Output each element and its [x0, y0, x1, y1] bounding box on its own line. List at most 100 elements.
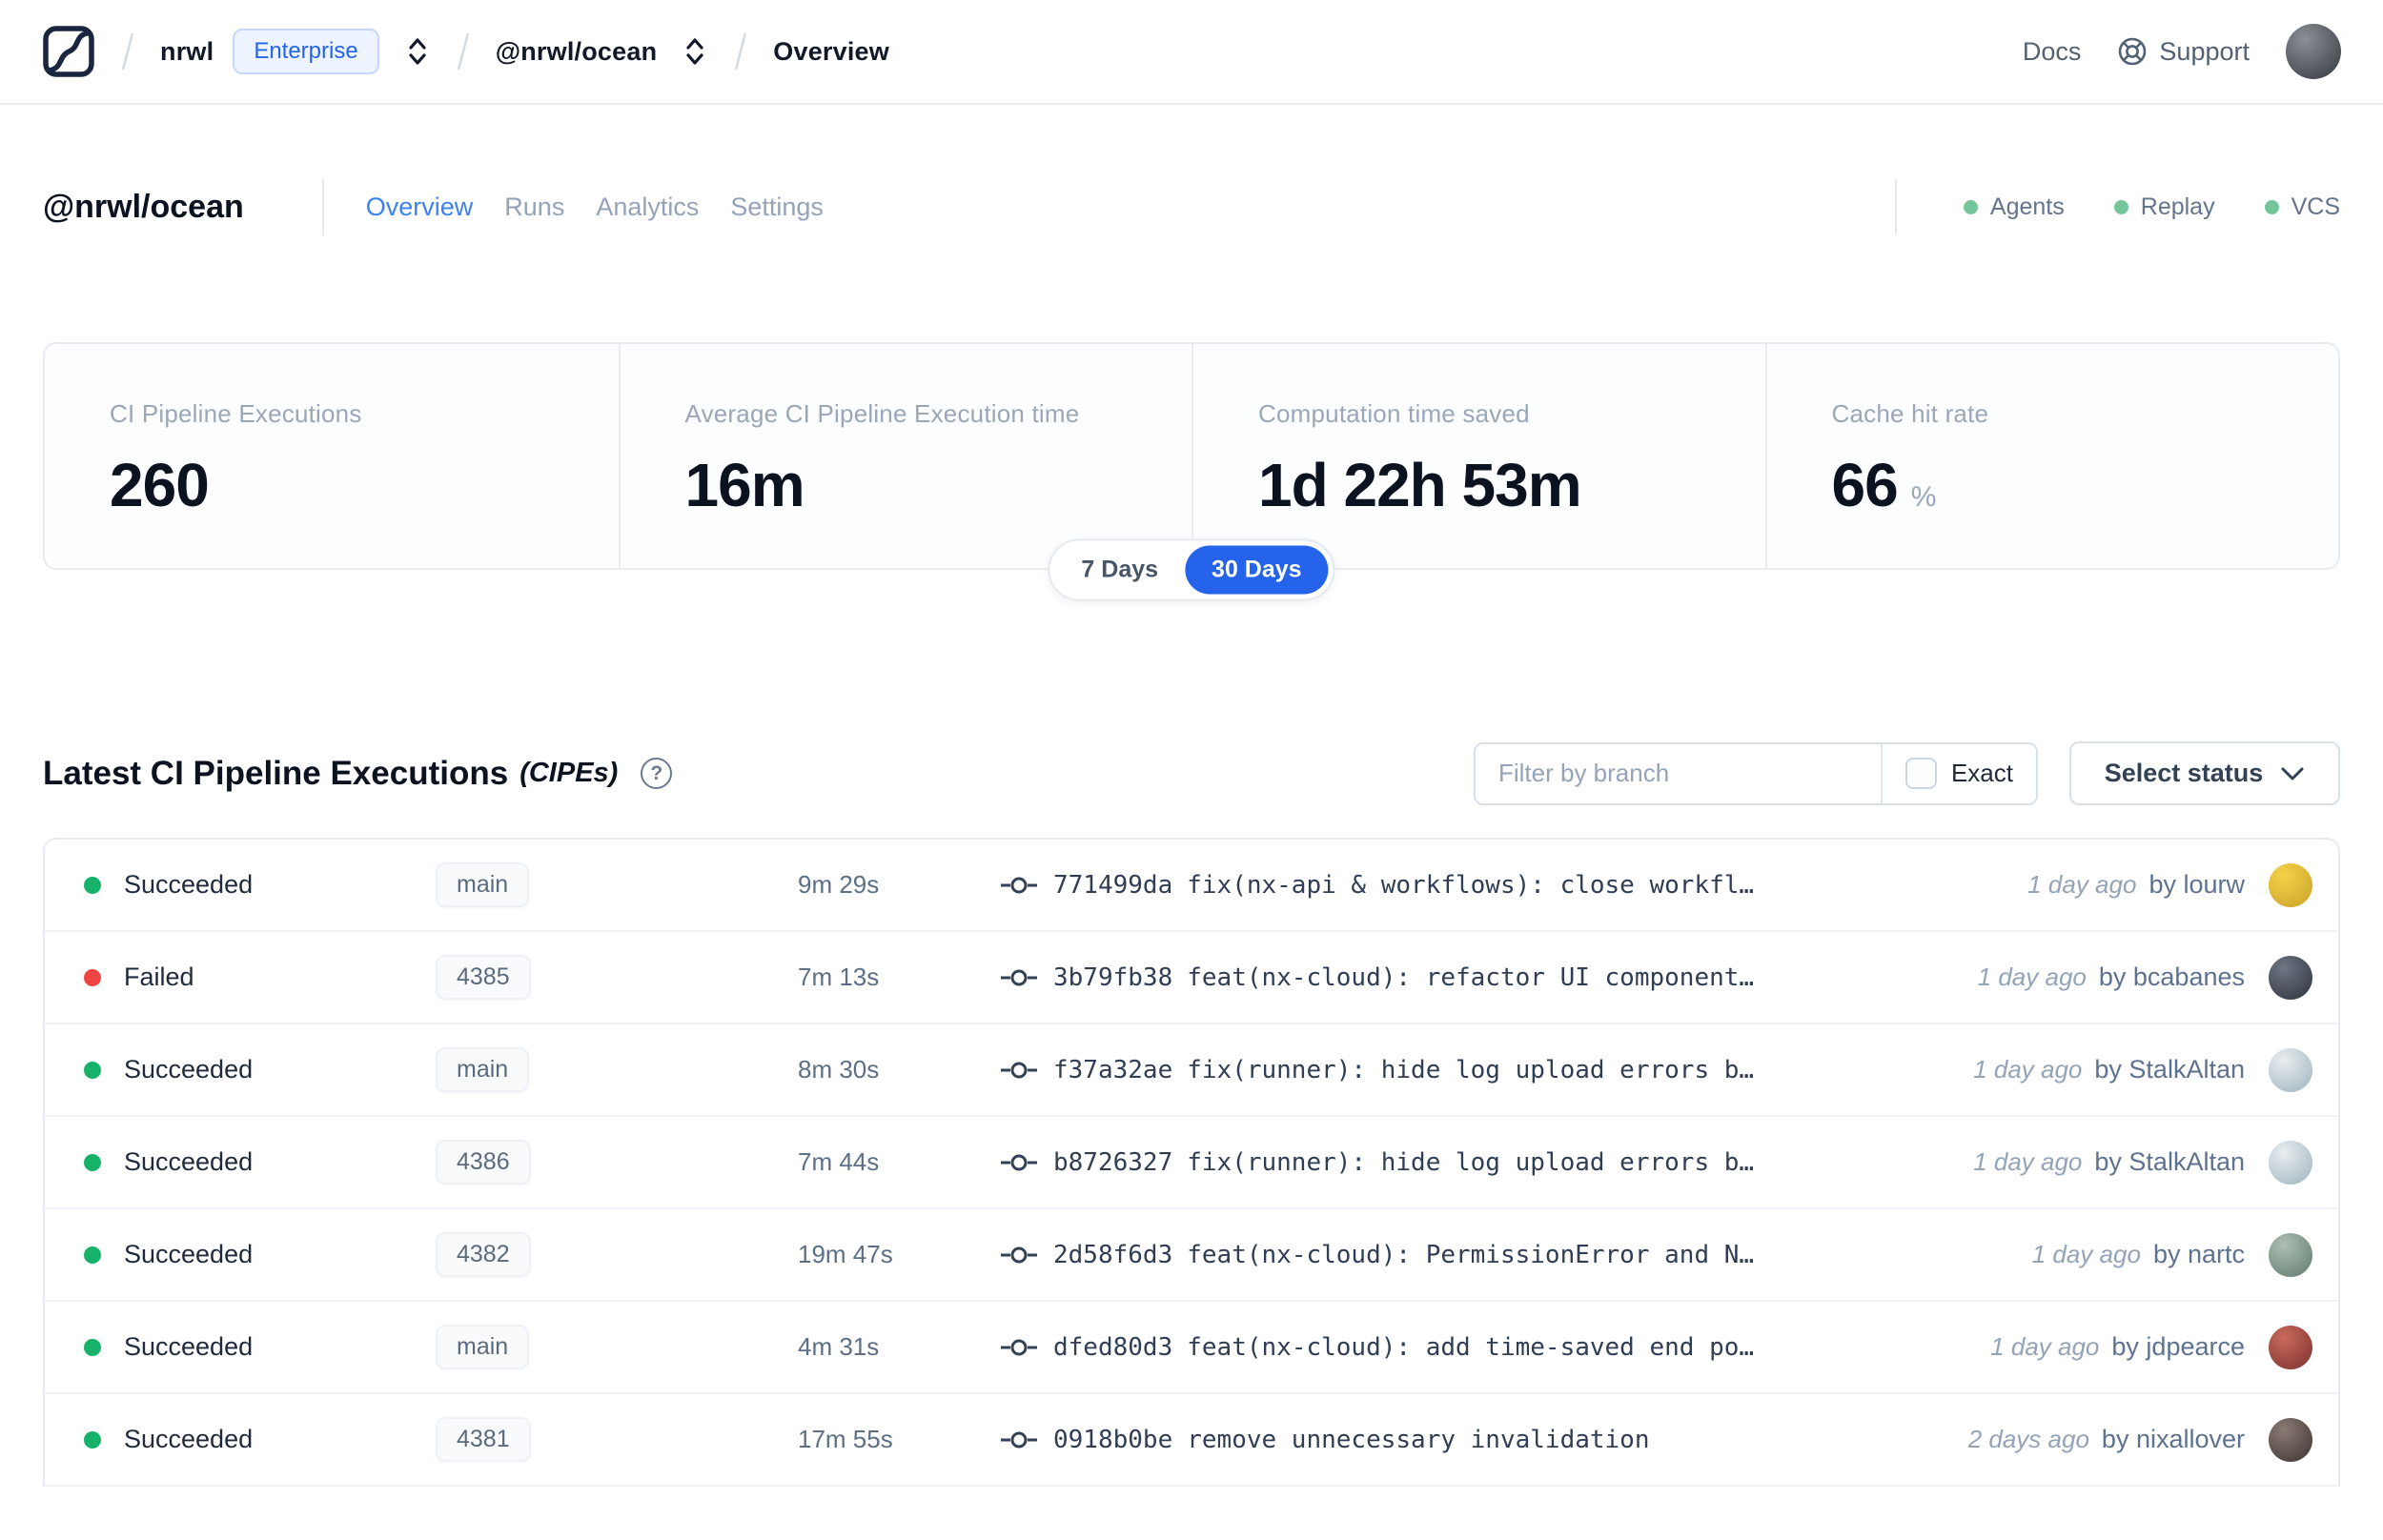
- breadcrumb-slash-icon: [735, 32, 747, 71]
- green-dot-icon: [2113, 199, 2128, 214]
- commit-text[interactable]: 2d58f6d3 feat(nx-cloud): PermissionError …: [1053, 1241, 1754, 1269]
- enterprise-badge: Enterprise: [233, 29, 379, 74]
- env-badge-replay[interactable]: Replay: [2113, 193, 2215, 221]
- cipe-row[interactable]: Succeeded 4386 7m 44s b8726327 fix(runner…: [45, 1117, 2338, 1209]
- breadcrumb-org[interactable]: nrwl: [160, 37, 214, 67]
- commit-hash: 0918b0be: [1053, 1425, 1173, 1454]
- status-dot: [84, 1153, 101, 1171]
- header-divider: [321, 178, 324, 235]
- status-dot: [84, 1338, 101, 1356]
- commit-message: feat(nx-cloud): refactor UI component…: [1187, 962, 1755, 992]
- author-avatar[interactable]: [2269, 1417, 2312, 1462]
- docs-link[interactable]: Docs: [2023, 37, 2082, 67]
- tab-overview[interactable]: Overview: [366, 192, 474, 222]
- status-dot: [84, 968, 101, 986]
- commit-message: fix(runner): hide log upload errors b…: [1187, 1055, 1755, 1084]
- green-dot-icon: [2264, 199, 2279, 214]
- commit-hash: 3b79fb38: [1053, 962, 1173, 992]
- duration-label: 19m 47s: [798, 1240, 893, 1268]
- author-avatar[interactable]: [2269, 1232, 2312, 1277]
- env-badge-vcs[interactable]: VCS: [2264, 193, 2340, 221]
- author-label: by StalkAltan: [2094, 1147, 2245, 1176]
- time-ago-label: 2 days ago: [1967, 1425, 2089, 1453]
- status-dot: [84, 1061, 101, 1079]
- commit-hash: b8726327: [1053, 1147, 1173, 1177]
- commit-hash: 771499da: [1053, 870, 1173, 900]
- branch-badge: 4381: [436, 1417, 531, 1462]
- author-label: by nartc: [2152, 1240, 2245, 1268]
- commit-text[interactable]: b8726327 fix(runner): hide log upload err…: [1053, 1148, 1754, 1177]
- page-title: @nrwl/ocean: [43, 188, 244, 225]
- author-label: by bcabanes: [2098, 962, 2245, 991]
- author-label: by StalkAltan: [2094, 1055, 2245, 1084]
- commit-message: feat(nx-cloud): PermissionError and N…: [1187, 1240, 1755, 1269]
- cipe-row[interactable]: Succeeded 4382 19m 47s 2d58f6d3 feat(nx-c…: [45, 1209, 2338, 1302]
- status-dot: [84, 1430, 101, 1449]
- breadcrumb-workspace[interactable]: @nrwl/ocean: [496, 37, 658, 67]
- date-range-toggle: 7 Days 30 Days: [1048, 538, 1335, 601]
- branch-filter-input[interactable]: [1476, 743, 1881, 803]
- env-badge-agents[interactable]: Agents: [1963, 193, 2065, 221]
- git-commit-icon: [1001, 969, 1037, 985]
- author-label: by nixallover: [2101, 1425, 2245, 1453]
- status-label: Succeeded: [124, 1425, 254, 1453]
- commit-message: fix(runner): hide log upload errors b…: [1187, 1147, 1755, 1177]
- author-avatar[interactable]: [2269, 1047, 2312, 1092]
- git-commit-icon: [1001, 1431, 1037, 1448]
- top-navbar: nrwl Enterprise @nrwl/ocean Overview Doc…: [0, 0, 2383, 105]
- tab-runs[interactable]: Runs: [504, 192, 564, 222]
- duration-label: 9m 29s: [798, 870, 880, 899]
- exact-checkbox[interactable]: [1904, 758, 1937, 789]
- cipe-title-suffix: (CIPEs): [519, 758, 619, 788]
- breadcrumb-page: Overview: [773, 36, 889, 66]
- commit-text[interactable]: 771499da fix(nx-api & workflows): close w…: [1053, 871, 1754, 900]
- commit-hash: f37a32ae: [1053, 1055, 1173, 1084]
- lifebuoy-icon: [2119, 37, 2147, 66]
- nx-cloud-logo-icon[interactable]: [42, 25, 95, 78]
- exact-label: Exact: [1950, 759, 2013, 787]
- tab-analytics[interactable]: Analytics: [596, 192, 699, 222]
- commit-text[interactable]: 3b79fb38 feat(nx-cloud): refactor UI comp…: [1053, 963, 1754, 992]
- commit-message: feat(nx-cloud): add time-saved end po…: [1187, 1332, 1755, 1362]
- support-label: Support: [2159, 36, 2250, 66]
- help-icon[interactable]: ?: [641, 758, 673, 789]
- commit-text[interactable]: f37a32ae fix(runner): hide log upload err…: [1053, 1056, 1754, 1084]
- status-label: Succeeded: [124, 870, 254, 899]
- cipe-row[interactable]: Succeeded main 9m 29s 771499da fix(nx-api…: [45, 840, 2338, 932]
- org-switcher-chevron-icon[interactable]: [404, 35, 431, 68]
- range-30-days[interactable]: 30 Days: [1185, 545, 1329, 595]
- stat-card-ci-executions: CI Pipeline Executions 260: [110, 399, 362, 519]
- user-avatar[interactable]: [2286, 24, 2341, 79]
- cipe-row[interactable]: Failed 4385 7m 13s 3b79fb38 feat(nx-cloud…: [45, 932, 2338, 1024]
- commit-text[interactable]: dfed80d3 feat(nx-cloud): add time-saved e…: [1053, 1333, 1754, 1362]
- author-avatar[interactable]: [2269, 955, 2312, 1000]
- branch-filter-group: Exact: [1474, 741, 2038, 805]
- author-label: by jdpearce: [2111, 1332, 2245, 1361]
- commit-text[interactable]: 0918b0be remove unnecessary invalidation: [1053, 1426, 1650, 1454]
- stats-section: CI Pipeline Executions 260 Average CI Pi…: [43, 342, 2340, 601]
- status-label: Failed: [124, 962, 194, 991]
- status-label: Succeeded: [124, 1147, 254, 1176]
- tab-settings[interactable]: Settings: [730, 192, 824, 222]
- support-link[interactable]: Support: [2117, 36, 2250, 67]
- time-ago-label: 1 day ago: [2027, 870, 2137, 899]
- workspace-switcher-chevron-icon[interactable]: [682, 35, 708, 68]
- time-ago-label: 1 day ago: [1977, 962, 2087, 991]
- author-avatar[interactable]: [2269, 1325, 2312, 1369]
- commit-hash: dfed80d3: [1053, 1332, 1173, 1362]
- stat-card-avg-time: Average CI Pipeline Execution time 16m: [618, 344, 1192, 568]
- duration-label: 8m 30s: [798, 1055, 880, 1084]
- stats-cards: CI Pipeline Executions 260 Average CI Pi…: [43, 342, 2340, 570]
- author-avatar[interactable]: [2269, 862, 2312, 907]
- git-commit-icon: [1001, 1246, 1037, 1263]
- author-avatar[interactable]: [2269, 1140, 2312, 1185]
- breadcrumb-slash-icon: [457, 32, 469, 71]
- status-label: Succeeded: [124, 1332, 254, 1361]
- cipe-row[interactable]: Succeeded main 8m 30s f37a32ae fix(runner…: [45, 1024, 2338, 1117]
- branch-badge: main: [436, 1047, 530, 1092]
- branch-badge: 4382: [436, 1232, 531, 1277]
- range-7-days[interactable]: 7 Days: [1054, 546, 1185, 595]
- cipe-row[interactable]: Succeeded 4381 17m 55s 0918b0be remove un…: [45, 1394, 2338, 1487]
- cipe-row[interactable]: Succeeded main 4m 31s dfed80d3 feat(nx-cl…: [45, 1302, 2338, 1394]
- status-select-button[interactable]: Select status: [2069, 741, 2340, 805]
